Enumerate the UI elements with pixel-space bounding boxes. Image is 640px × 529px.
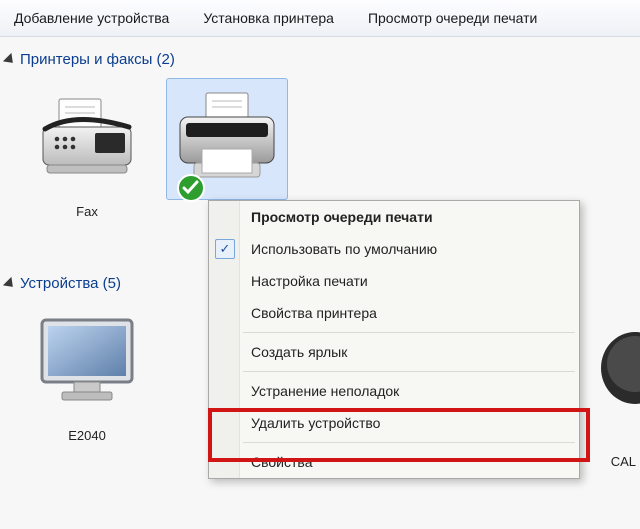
context-menu-item-label: Настройка печати bbox=[251, 273, 368, 289]
context-menu-item[interactable]: Свойства bbox=[209, 446, 579, 478]
section-header-printers[interactable]: Принтеры и факсы (2) bbox=[0, 37, 640, 74]
cmd-add-device[interactable]: Добавление устройства bbox=[14, 10, 169, 26]
device-mouse-partial[interactable] bbox=[580, 328, 640, 411]
command-bar: Добавление устройства Установка принтера… bbox=[0, 0, 640, 37]
device-monitor[interactable]: E2040 bbox=[22, 302, 152, 444]
device-label: E2040 bbox=[22, 428, 152, 444]
context-menu-item-label: Использовать по умолчанию bbox=[251, 241, 437, 257]
fax-icon bbox=[27, 78, 147, 198]
context-menu-separator bbox=[243, 332, 575, 333]
context-menu-item-label: Просмотр очереди печати bbox=[251, 209, 433, 225]
device-label: Fax bbox=[22, 204, 152, 220]
device-label: CAL bbox=[611, 454, 636, 469]
check-icon: ✓ bbox=[215, 239, 235, 259]
context-menu-item-label: Свойства bbox=[251, 454, 312, 470]
context-menu-item-label: Свойства принтера bbox=[251, 305, 377, 321]
default-check-badge-icon bbox=[176, 173, 206, 203]
monitor-icon bbox=[27, 302, 147, 422]
context-menu-item-label: Создать ярлык bbox=[251, 344, 347, 360]
device-fax[interactable]: Fax bbox=[22, 78, 152, 237]
mouse-icon bbox=[595, 328, 640, 408]
section-title: Принтеры и факсы (2) bbox=[20, 51, 175, 68]
context-menu: Просмотр очереди печати ✓ Использовать по … bbox=[208, 200, 580, 479]
cmd-view-queue[interactable]: Просмотр очереди печати bbox=[368, 10, 537, 26]
context-menu-separator bbox=[243, 442, 575, 443]
context-menu-item-label: Устранение неполадок bbox=[251, 383, 399, 399]
context-menu-item[interactable]: Просмотр очереди печати bbox=[209, 201, 579, 233]
context-menu-item[interactable]: Свойства принтера bbox=[209, 297, 579, 329]
context-menu-item[interactable]: ✓ Использовать по умолчанию bbox=[209, 233, 579, 265]
disclosure-triangle-icon bbox=[3, 277, 17, 291]
context-menu-item[interactable]: Устранение неполадок bbox=[209, 375, 579, 407]
context-menu-item[interactable]: Удалить устройство bbox=[209, 407, 579, 439]
context-menu-item[interactable]: Настройка печати bbox=[209, 265, 579, 297]
cmd-add-printer[interactable]: Установка принтера bbox=[203, 10, 334, 26]
context-menu-item[interactable]: Создать ярлык bbox=[209, 336, 579, 368]
disclosure-triangle-icon bbox=[3, 52, 17, 66]
context-menu-separator bbox=[243, 371, 575, 372]
section-title: Устройства (5) bbox=[20, 275, 121, 292]
context-menu-item-label: Удалить устройство bbox=[251, 415, 380, 431]
